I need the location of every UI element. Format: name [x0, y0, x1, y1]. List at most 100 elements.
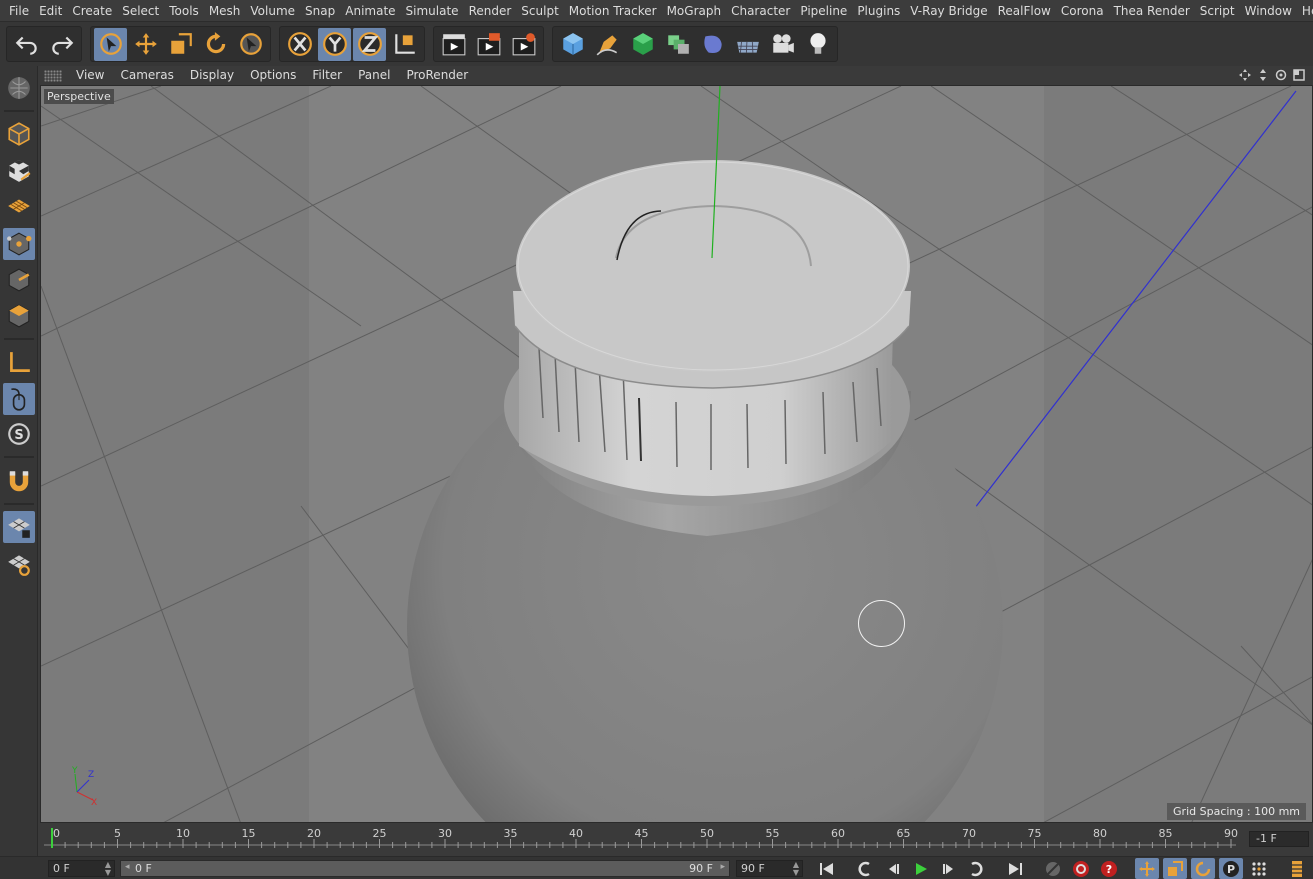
menu-v-ray-bridge[interactable]: V-Ray Bridge	[905, 0, 992, 22]
menu-character[interactable]: Character	[726, 0, 795, 22]
go-to-end-button[interactable]	[1003, 858, 1027, 879]
light-button[interactable]	[801, 28, 834, 61]
render-view-button[interactable]	[437, 28, 470, 61]
timeline-ruler[interactable]: 0 5 10 15 20 25 30 35 40 45 50 55 60 65 70 75 80 85 90 -1 …	[40, 826, 1313, 852]
workplane-alignment-button[interactable]	[3, 548, 35, 580]
perspective-viewport[interactable]: Y Z X Perspective Grid Spacing : 100 mm	[40, 85, 1313, 823]
ruler-tick-label: 20	[307, 827, 321, 840]
menu-render[interactable]: Render	[464, 0, 517, 22]
y-axis-button[interactable]	[318, 27, 351, 61]
world-coordinate-button[interactable]	[388, 28, 421, 61]
camera-button[interactable]	[766, 28, 799, 61]
undo-button[interactable]	[10, 28, 43, 61]
menu-mograph[interactable]: MoGraph	[662, 0, 727, 22]
snap-toggle-button[interactable]	[3, 465, 35, 497]
ruler-tick-label: 70	[962, 827, 976, 840]
cloner-button[interactable]	[661, 28, 694, 61]
redo-button[interactable]	[45, 28, 78, 61]
dolly-icon[interactable]	[1255, 67, 1271, 83]
menu-script[interactable]: Script	[1195, 0, 1240, 22]
polygons-mode-button[interactable]	[3, 300, 35, 332]
menu-window[interactable]: Window	[1240, 0, 1297, 22]
menu-thea-render[interactable]: Thea Render	[1109, 0, 1195, 22]
viewport-menu-panel[interactable]: Panel	[350, 66, 398, 85]
x-axis-button[interactable]	[283, 28, 316, 61]
menu-file[interactable]: File	[4, 0, 34, 22]
menu-plugins[interactable]: Plugins	[852, 0, 905, 22]
previous-key-button[interactable]	[852, 858, 876, 879]
viewport-menu-filter[interactable]: Filter	[304, 66, 350, 85]
model-mode-button[interactable]	[3, 118, 35, 150]
axis-mode-button[interactable]	[3, 347, 35, 379]
menu-volume[interactable]: Volume	[245, 0, 300, 22]
z-axis-button[interactable]	[353, 27, 386, 61]
key-parameter-button[interactable]: P	[1219, 858, 1243, 879]
orbit-icon[interactable]	[1273, 67, 1289, 83]
pen-button[interactable]	[591, 28, 624, 61]
texture-mode-button[interactable]	[3, 155, 35, 187]
live-selection-button[interactable]	[94, 27, 127, 61]
viewport-menu-options[interactable]: Options	[242, 66, 304, 85]
viewport-menu-cameras[interactable]: Cameras	[112, 66, 181, 85]
end-frame-field[interactable]: 90 F ▲ ▼	[736, 860, 803, 877]
svg-text:X: X	[91, 798, 97, 808]
viewport-menu-prorender[interactable]: ProRender	[398, 66, 476, 85]
menu-tools[interactable]: Tools	[164, 0, 204, 22]
ruler-tick-label: 35	[504, 827, 518, 840]
scale-tool-button[interactable]	[164, 28, 197, 61]
svg-text:P: P	[1227, 863, 1235, 876]
pan-icon[interactable]	[1237, 67, 1253, 83]
timeline-window-button[interactable]	[1285, 858, 1309, 879]
cube-button[interactable]	[556, 28, 589, 61]
recent-tool-button[interactable]	[234, 28, 267, 61]
next-key-button[interactable]	[965, 858, 989, 879]
autokeying-button[interactable]: ?	[1097, 858, 1121, 879]
floor-button[interactable]	[731, 28, 764, 61]
points-mode-button[interactable]	[3, 228, 35, 260]
menu-create[interactable]: Create	[67, 0, 117, 22]
edges-mode-button[interactable]	[3, 264, 35, 296]
solo-mode-button[interactable]: S	[3, 418, 35, 450]
render-picture-viewer-button[interactable]	[472, 28, 505, 61]
go-to-start-button[interactable]	[815, 858, 839, 879]
menu-sculpt[interactable]: Sculpt	[516, 0, 563, 22]
menu-pipeline[interactable]: Pipeline	[795, 0, 852, 22]
current-frame-field[interactable]: -1 F	[1249, 831, 1309, 847]
start-frame-field[interactable]: 0 F ▲ ▼	[48, 860, 115, 877]
viewport-menu-view[interactable]: View	[68, 66, 112, 85]
menu-realflow[interactable]: RealFlow	[993, 0, 1056, 22]
menu-corona[interactable]: Corona	[1056, 0, 1109, 22]
enable-workplane-lock-button[interactable]	[3, 511, 35, 543]
key-scale-button[interactable]	[1163, 858, 1187, 879]
menu-edit[interactable]: Edit	[34, 0, 67, 22]
menu-simulate[interactable]: Simulate	[401, 0, 464, 22]
menu-select[interactable]: Select	[117, 0, 164, 22]
deformer-button[interactable]	[696, 28, 729, 61]
next-frame-button[interactable]	[937, 858, 961, 879]
record-disabled-button[interactable]	[1041, 858, 1065, 879]
preview-range-slider[interactable]: ◂ 0 F 90 F ▸	[120, 860, 730, 877]
end-frame-value: 90 F	[741, 862, 765, 875]
edit-render-settings-button[interactable]	[507, 28, 540, 61]
menu-snap[interactable]: Snap	[300, 0, 340, 22]
viewport-menu-display[interactable]: Display	[182, 66, 242, 85]
record-active-objects-button[interactable]	[1069, 858, 1093, 879]
menu-help[interactable]: Help	[1297, 0, 1313, 22]
move-tool-button[interactable]	[129, 28, 162, 61]
workplane-lock-icon	[8, 518, 30, 538]
play-forward-button[interactable]	[909, 858, 933, 879]
previous-frame-button[interactable]	[881, 858, 905, 879]
key-position-button[interactable]	[1135, 858, 1159, 879]
menu-mesh[interactable]: Mesh	[204, 0, 246, 22]
rotate-tool-button[interactable]	[199, 28, 232, 61]
key-rotation-button[interactable]	[1191, 858, 1215, 879]
tweak-mode-button[interactable]	[3, 383, 35, 415]
subdivision-button[interactable]	[626, 28, 659, 61]
workplane-mode-button[interactable]	[3, 190, 35, 222]
menu-motion-tracker[interactable]: Motion Tracker	[564, 0, 662, 22]
maximize-viewport-icon[interactable]	[1291, 67, 1307, 83]
key-point-level-button[interactable]	[1247, 858, 1271, 879]
viewport-grip-icon[interactable]	[44, 69, 62, 82]
menu-animate[interactable]: Animate	[340, 0, 400, 22]
make-editable-button[interactable]	[3, 72, 35, 104]
